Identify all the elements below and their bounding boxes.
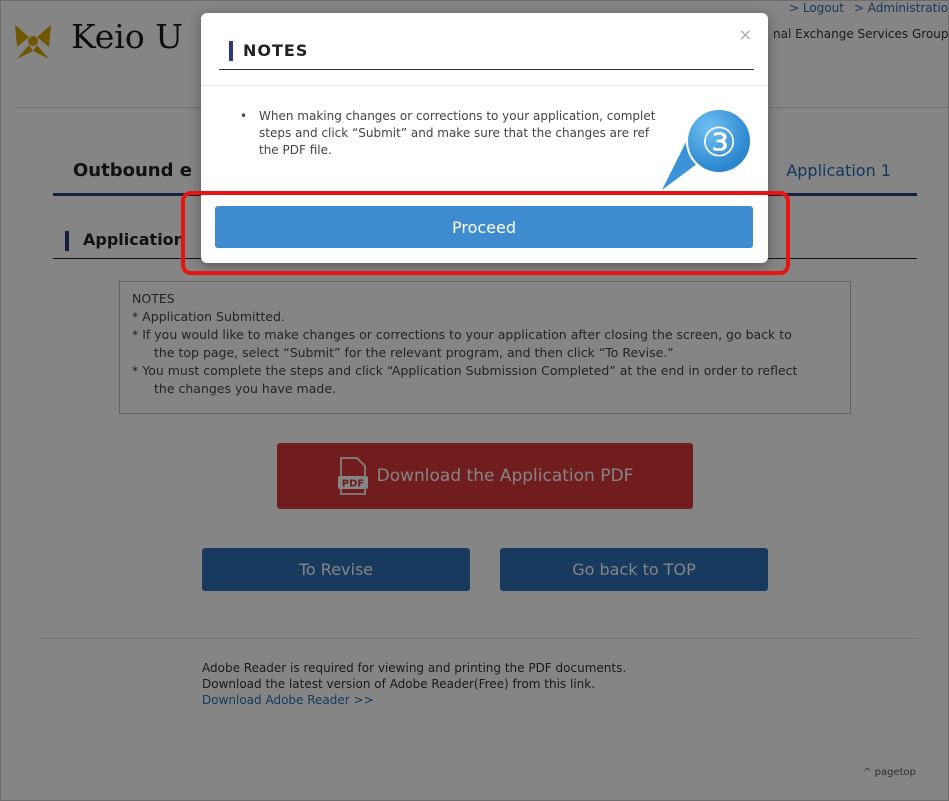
modal-title-divider bbox=[219, 69, 754, 70]
modal-title: NOTES bbox=[243, 41, 309, 60]
modal-body-line: the PDF file. bbox=[259, 143, 332, 157]
modal-body-line: When making changes or corrections to yo… bbox=[259, 109, 656, 123]
modal-accent-bar bbox=[229, 41, 233, 61]
modal-divider bbox=[201, 85, 768, 86]
highlight-frame bbox=[181, 191, 790, 275]
close-icon[interactable]: × bbox=[739, 25, 752, 44]
modal-body: • When making changes or corrections to … bbox=[240, 108, 713, 159]
modal-body-line: steps and click “Submit” and make sure t… bbox=[259, 126, 650, 140]
step-number-badge: ③ bbox=[686, 108, 752, 174]
bullet: • bbox=[240, 109, 248, 123]
